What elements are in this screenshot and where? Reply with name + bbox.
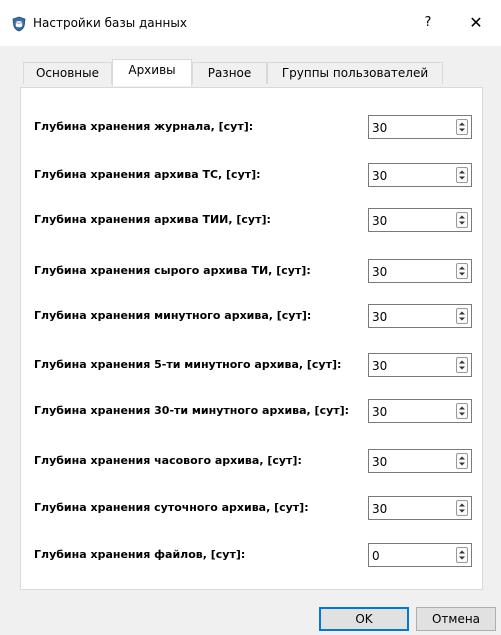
spin-arrows-icon[interactable] [456, 547, 468, 563]
minute-archive-depth-spinbox[interactable]: 30 [368, 304, 472, 328]
tab-raznoe[interactable]: Разное [192, 62, 267, 84]
spinbox-value[interactable]: 30 [372, 309, 387, 325]
spin-arrows-icon[interactable] [456, 403, 468, 419]
setting-label: Глубина хранения архива ТС, [сут]: [34, 168, 261, 181]
setting-row: Глубина хранения суточного архива, [сут]… [21, 496, 484, 520]
daily-archive-depth-spinbox[interactable]: 30 [368, 496, 472, 520]
spin-arrows-icon[interactable] [456, 500, 468, 516]
spinbox-value[interactable]: 30 [372, 264, 387, 280]
setting-row: Глубина хранения часового архива, [сут]:… [21, 449, 484, 473]
window-title: Настройки базы данных [33, 16, 187, 30]
tab-osnovnye[interactable]: Основные [23, 62, 112, 84]
setting-row: Глубина хранения сырого архива ТИ, [сут]… [21, 259, 484, 283]
archives-settings-panel: Глубина хранения журнала, [сут]: 30 Глуб… [20, 87, 483, 590]
hourly-archive-depth-spinbox[interactable]: 30 [368, 449, 472, 473]
setting-label: Глубина хранения суточного архива, [сут]… [34, 501, 309, 514]
title-bar: Настройки базы данных ? ✕ [0, 0, 501, 46]
spin-arrows-icon[interactable] [456, 453, 468, 469]
spin-arrows-icon[interactable] [456, 263, 468, 279]
setting-label: Глубина хранения архива ТИИ, [сут]: [34, 213, 271, 226]
ts-archive-depth-spinbox[interactable]: 30 [368, 163, 472, 187]
journal-depth-spinbox[interactable]: 30 [368, 115, 472, 139]
spinbox-value[interactable]: 30 [372, 213, 387, 229]
setting-label: Глубина хранения минутного архива, [сут]… [34, 309, 312, 322]
setting-row: Глубина хранения архива ТС, [сут]: 30 [21, 163, 484, 187]
spin-arrows-icon[interactable] [456, 119, 468, 135]
files-depth-spinbox[interactable]: 0 [368, 543, 472, 567]
cancel-button[interactable]: Отмена [416, 607, 496, 631]
spinbox-value[interactable]: 30 [372, 168, 387, 184]
setting-label: Глубина хранения 5-ти минутного архива, … [34, 358, 342, 371]
setting-label: Глубина хранения часового архива, [сут]: [34, 454, 302, 467]
setting-row: Глубина хранения архива ТИИ, [сут]: 30 [21, 208, 484, 232]
raw-ti-archive-depth-spinbox[interactable]: 30 [368, 259, 472, 283]
spinbox-value[interactable]: 30 [372, 358, 387, 374]
tii-archive-depth-spinbox[interactable]: 30 [368, 208, 472, 232]
database-shield-icon [11, 16, 27, 32]
five-minute-archive-depth-spinbox[interactable]: 30 [368, 353, 472, 377]
setting-label: Глубина хранения 30-ти минутного архива,… [34, 404, 350, 417]
tab-bar: Основные Архивы Разное Группы пользовате… [0, 46, 501, 88]
spinbox-value[interactable]: 30 [372, 454, 387, 470]
setting-row: Глубина хранения файлов, [сут]: 0 [21, 543, 484, 567]
setting-row: Глубина хранения минутного архива, [сут]… [21, 304, 484, 328]
ok-button[interactable]: OK [319, 607, 409, 631]
spinbox-value[interactable]: 30 [372, 501, 387, 517]
tab-gruppy-polzovateley[interactable]: Группы пользователей [267, 62, 443, 84]
help-button[interactable]: ? [418, 13, 438, 33]
setting-label: Глубина хранения файлов, [сут]: [34, 548, 246, 561]
spinbox-value[interactable]: 30 [372, 404, 387, 420]
setting-row: Глубина хранения журнала, [сут]: 30 [21, 115, 484, 139]
spin-arrows-icon[interactable] [456, 308, 468, 324]
close-button[interactable]: ✕ [464, 13, 488, 33]
thirty-minute-archive-depth-spinbox[interactable]: 30 [368, 399, 472, 423]
setting-label: Глубина хранения сырого архива ТИ, [сут]… [34, 264, 311, 277]
setting-row: Глубина хранения 5-ти минутного архива, … [21, 353, 484, 377]
setting-label: Глубина хранения журнала, [сут]: [34, 120, 254, 133]
tab-arkhivy[interactable]: Архивы [112, 59, 192, 86]
spin-arrows-icon[interactable] [456, 212, 468, 228]
spinbox-value[interactable]: 0 [372, 548, 380, 564]
spin-arrows-icon[interactable] [456, 357, 468, 373]
spin-arrows-icon[interactable] [456, 167, 468, 183]
spinbox-value[interactable]: 30 [372, 120, 387, 136]
setting-row: Глубина хранения 30-ти минутного архива,… [21, 399, 484, 423]
